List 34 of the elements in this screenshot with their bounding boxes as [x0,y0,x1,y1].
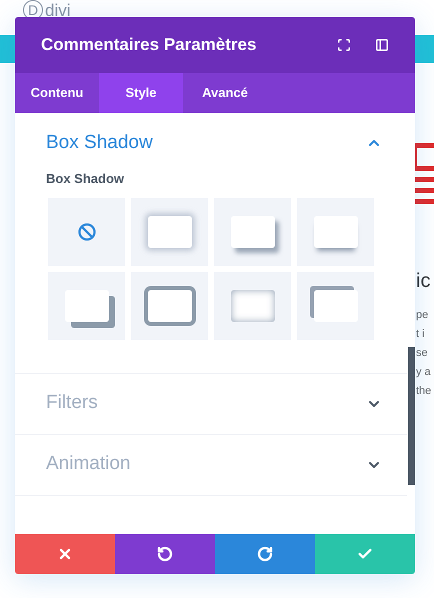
field-label: Box Shadow [46,170,126,188]
shadow-preview [148,216,192,248]
shadow-preview [314,290,358,322]
body-text: the [416,384,432,399]
shadow-preview [230,290,274,322]
shadow-preview [148,290,192,322]
no-shadow-icon [78,222,96,240]
undo-icon [157,546,173,562]
tab[interactable]: Style [99,73,183,113]
body-text: pe [416,308,430,323]
panel-title: Commentaires Paramètres [41,34,256,56]
shadow-option[interactable] [214,198,291,266]
section-toggle[interactable]: Box Shadow [15,113,407,173]
body-text: se [416,346,429,361]
shadow-option[interactable] [131,198,208,266]
shadow-option[interactable] [297,198,374,266]
fullscreen-icon[interactable] [337,38,351,52]
shadow-option[interactable] [214,272,291,340]
sidebar-icon[interactable] [375,38,389,52]
redo-button[interactable] [215,534,315,574]
undo-button[interactable] [115,534,215,574]
shadow-preview [64,290,108,322]
shadow-option[interactable] [48,198,125,266]
shadow-option[interactable] [297,272,374,340]
shadow-preview [230,216,274,248]
heading-text: ic [416,269,430,294]
redo-icon [257,546,273,562]
shadow-preview [314,216,358,248]
body-text: t i [416,327,426,342]
body-text: y a [416,365,432,380]
logo-text: divi [45,2,71,18]
shadow-option[interactable] [48,272,125,340]
shadow-option[interactable] [131,272,208,340]
close-icon [57,546,73,562]
